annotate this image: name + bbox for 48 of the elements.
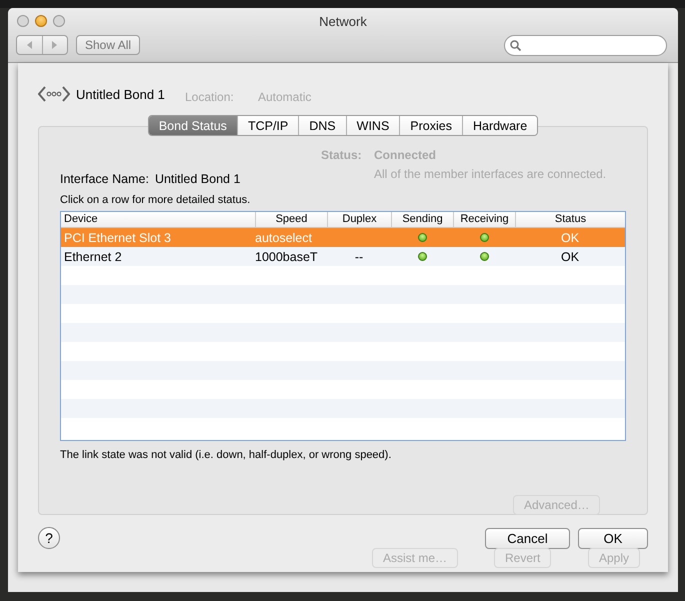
table-row[interactable] [61, 285, 625, 304]
table-cell-text: PCI Ethernet Slot 3 [63, 230, 172, 244]
status-label: Status: [321, 148, 362, 162]
tab[interactable]: WINS [346, 116, 400, 135]
table-row[interactable] [61, 323, 625, 342]
tab[interactable]: Proxies [399, 116, 462, 135]
search-icon [510, 40, 521, 51]
interface-title: Untitled Bond 1 [76, 86, 165, 102]
minimize-button[interactable] [35, 15, 47, 27]
table-cell-text: Ethernet 2 [63, 250, 123, 264]
column-header: Duplex [327, 212, 391, 227]
status-note: All of the member interfaces are connected. [374, 167, 606, 181]
show-all-button[interactable]: Show All [76, 35, 140, 55]
column-header: Device [63, 212, 99, 227]
tab[interactable]: DNS [298, 116, 346, 135]
table-cell-text: OK [560, 250, 580, 264]
ok-button[interactable]: OK [578, 528, 648, 548]
tab[interactable]: TCP/IP [236, 116, 298, 135]
window-title: Network [318, 14, 368, 29]
status-value: Connected [374, 148, 436, 162]
interface-name-value: Untitled Bond 1 [154, 172, 240, 186]
search-field[interactable] [504, 35, 667, 56]
table-cell-text: autoselect [255, 230, 313, 244]
column-header: Sending [391, 212, 453, 227]
table-row[interactable] [61, 361, 625, 380]
bond-icon [38, 85, 70, 103]
navigation-control[interactable] [16, 35, 68, 55]
column-header: Status [515, 212, 625, 227]
forward-arrow-icon[interactable] [51, 40, 58, 50]
table-cell-text: OK [560, 230, 580, 244]
column-header: Receiving [453, 212, 515, 227]
close-button[interactable] [17, 15, 29, 27]
help-button[interactable]: ? [38, 527, 60, 549]
table-row[interactable] [61, 399, 625, 418]
zoom-button[interactable] [53, 15, 65, 27]
table-cell-text: -- [354, 250, 364, 264]
tab[interactable]: Hardware [462, 116, 538, 135]
cancel-button[interactable]: Cancel [485, 528, 570, 548]
note-text: The link state was not valid (i.e. down, half-duplex, or wrong speed). [60, 449, 392, 461]
table-row[interactable]: Ethernet 2 1000baseT -- OK [61, 247, 625, 266]
location-label: Location: [185, 90, 234, 104]
location-value: Automatic [258, 90, 312, 104]
table-cell-text: 1000baseT [255, 250, 319, 264]
hint-text: Click on a row for more detailed status. [60, 194, 252, 206]
column-header: Speed [255, 212, 327, 227]
back-arrow-icon[interactable] [26, 40, 33, 50]
interface-name-label: Interface Name: [60, 172, 149, 186]
tab[interactable]: Bond Status [148, 116, 237, 135]
